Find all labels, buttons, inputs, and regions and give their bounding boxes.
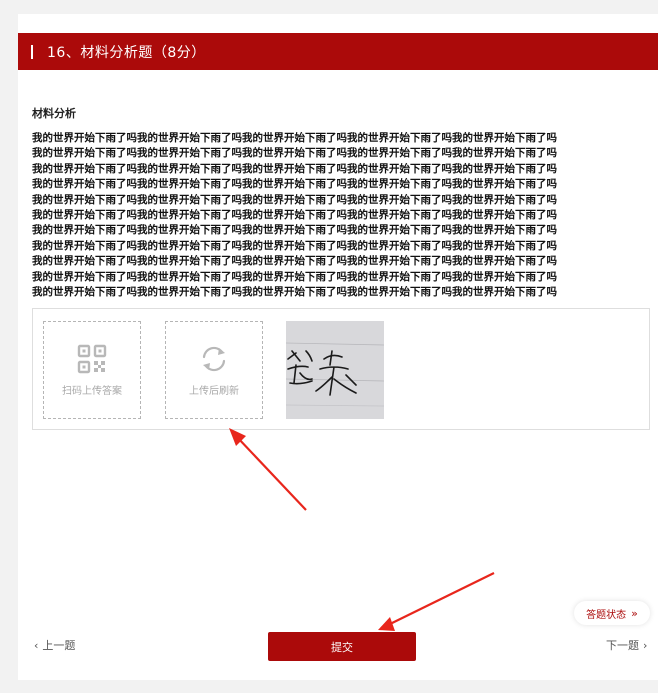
material-line: 我的世界开始下雨了吗我的世界开始下雨了吗我的世界开始下雨了吗我的世界开始下雨了吗… (32, 255, 557, 268)
question-card: 16、材料分析题（8分） 材料分析 我的世界开始下雨了吗我的世界开始下雨了吗我的… (18, 14, 658, 680)
answer-status-label: 答题状态 (586, 609, 627, 621)
answer-status-button[interactable]: 答题状态 » (574, 601, 650, 625)
material-line: 我的世界开始下雨了吗我的世界开始下雨了吗我的世界开始下雨了吗我的世界开始下雨了吗… (32, 209, 557, 222)
material-line: 我的世界开始下雨了吗我的世界开始下雨了吗我的世界开始下雨了吗我的世界开始下雨了吗… (32, 162, 557, 175)
refresh-after-upload-button[interactable]: 上传后刷新 (165, 321, 263, 419)
refresh-icon (202, 346, 226, 371)
scan-upload-button[interactable]: 扫码上传答案 (43, 321, 141, 419)
material-line: 我的世界开始下雨了吗我的世界开始下雨了吗我的世界开始下雨了吗我的世界开始下雨了吗… (32, 224, 557, 237)
handwritten-answer-image (286, 321, 384, 419)
next-question-label: 下一题 (606, 639, 639, 652)
previous-question-link[interactable]: ‹ 上一题 (34, 637, 75, 653)
material-line: 我的世界开始下雨了吗我的世界开始下雨了吗我的世界开始下雨了吗我的世界开始下雨了吗… (32, 270, 557, 283)
qr-code-icon (77, 344, 107, 373)
material-text: 我的世界开始下雨了吗我的世界开始下雨了吗我的世界开始下雨了吗我的世界开始下雨了吗… (32, 131, 632, 300)
double-chevron-right-icon: » (631, 606, 638, 620)
previous-question-label: 上一题 (42, 639, 76, 652)
question-header: 16、材料分析题（8分） (18, 33, 658, 70)
refresh-upload-label: 上传后刷新 (189, 385, 239, 397)
chevron-left-icon: ‹ (34, 638, 39, 652)
material-line: 我的世界开始下雨了吗我的世界开始下雨了吗我的世界开始下雨了吗我的世界开始下雨了吗… (32, 193, 557, 206)
answer-upload-panel: 扫码上传答案 上传后刷新 (32, 308, 650, 430)
material-line: 我的世界开始下雨了吗我的世界开始下雨了吗我的世界开始下雨了吗我的世界开始下雨了吗… (32, 239, 557, 252)
question-title: 16、材料分析题（8分） (47, 44, 206, 61)
next-question-link[interactable]: 下一题 › (606, 637, 647, 653)
material-line: 我的世界开始下雨了吗我的世界开始下雨了吗我的世界开始下雨了吗我的世界开始下雨了吗… (32, 286, 557, 299)
chevron-right-icon: › (643, 638, 648, 652)
uploaded-answer-thumbnail[interactable] (286, 321, 384, 419)
material-line: 我的世界开始下雨了吗我的世界开始下雨了吗我的世界开始下雨了吗我的世界开始下雨了吗… (32, 147, 557, 160)
scan-upload-label: 扫码上传答案 (62, 385, 122, 397)
header-accent-bar (31, 44, 33, 59)
material-line: 我的世界开始下雨了吗我的世界开始下雨了吗我的世界开始下雨了吗我的世界开始下雨了吗… (32, 178, 557, 191)
submit-button[interactable]: 提交 (268, 632, 416, 661)
material-line: 我的世界开始下雨了吗我的世界开始下雨了吗我的世界开始下雨了吗我的世界开始下雨了吗… (32, 132, 557, 144)
material-label: 材料分析 (32, 107, 76, 120)
page: 16、材料分析题（8分） 材料分析 我的世界开始下雨了吗我的世界开始下雨了吗我的… (0, 0, 658, 693)
